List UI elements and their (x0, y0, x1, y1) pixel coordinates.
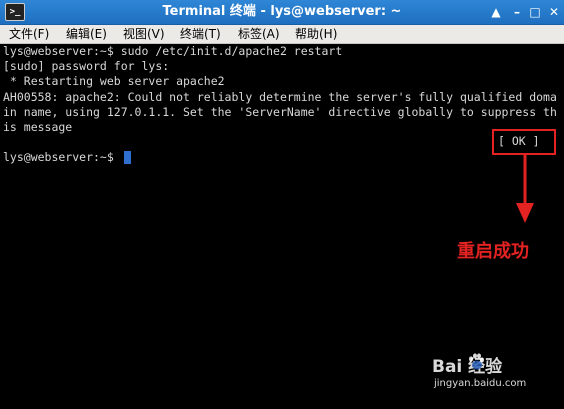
title-bar[interactable]: >_ Terminal 终端 - lys@webserver: ~ ▲ – □ … (0, 0, 564, 25)
annotation-label: 重启成功 (457, 241, 529, 262)
cursor (123, 151, 131, 164)
maximize-button[interactable]: □ (526, 3, 544, 21)
menu-tabs[interactable]: 标签(A) (238, 25, 280, 43)
prompt: lys@webserver:~$ (3, 150, 121, 164)
menu-view[interactable]: 视图(V) (123, 25, 165, 43)
annotation-arrow-icon (516, 155, 534, 223)
terminal-line: is message (3, 120, 73, 134)
watermark-url: jingyan.baidu.com (434, 378, 527, 389)
menu-help[interactable]: 帮助(H) (295, 25, 337, 43)
menu-edit[interactable]: 编辑(E) (66, 25, 107, 43)
ok-highlight-box (492, 129, 556, 155)
terminal-window: >_ Terminal 终端 - lys@webserver: ~ ▲ – □ … (0, 0, 564, 409)
close-button[interactable]: ✕ (545, 3, 563, 21)
terminal-prompt-line[interactable]: lys@webserver:~$ (3, 150, 131, 165)
shade-up-icon[interactable]: ▲ (487, 3, 505, 21)
menu-terminal[interactable]: 终端(T) (180, 25, 221, 43)
menu-bar: 文件(F) 编辑(E) 视图(V) 终端(T) 标签(A) 帮助(H) (0, 25, 564, 44)
terminal-line: lys@webserver:~$ sudo /etc/init.d/apache… (3, 44, 343, 58)
terminal-line: [sudo] password for lys: (3, 59, 170, 73)
minimize-button[interactable]: – (508, 3, 526, 21)
terminal-line: * Restarting web server apache2 (3, 74, 225, 88)
menu-file[interactable]: 文件(F) (9, 25, 49, 43)
paw-icon (469, 353, 484, 370)
terminal-line: AH00558: apache2: Could not reliably det… (3, 90, 557, 104)
window-title: Terminal 终端 - lys@webserver: ~ (162, 4, 402, 19)
terminal-line: in name, using 127.0.1.1. Set the 'Serve… (3, 105, 557, 119)
baidu-watermark: Bai 经验 jingyan.baidu.com (432, 352, 552, 392)
